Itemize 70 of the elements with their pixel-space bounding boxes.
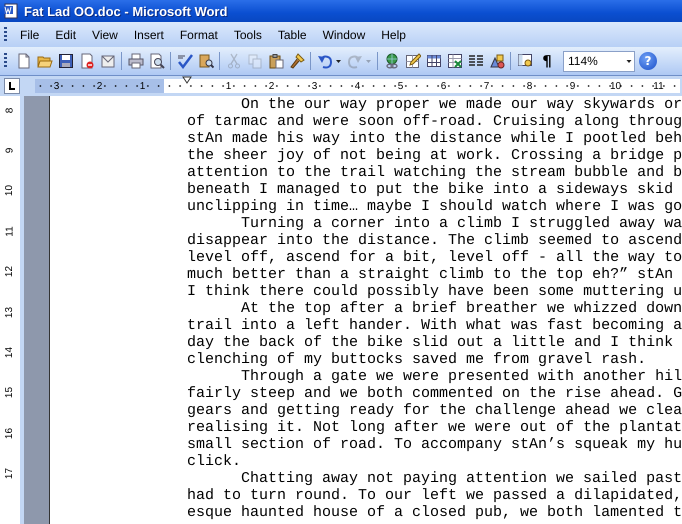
text-line: the sheer joy of not being at work. Crossing a bridge p bbox=[187, 147, 682, 164]
menu-item[interactable]: Insert bbox=[126, 26, 171, 44]
text-line: day the back of the bike slid out a little and I think bbox=[187, 334, 674, 351]
text-line: beneath I managed to put the bike into a sideways skid bbox=[187, 181, 674, 198]
undo-icon[interactable] bbox=[316, 53, 332, 69]
text-line: Chatting away not paying attention we sailed past bbox=[240, 470, 682, 487]
text-line: unclipping in time… maybe I should watch where I was go bbox=[187, 198, 682, 215]
print-preview-icon[interactable] bbox=[148, 53, 164, 69]
ruler-number: 12 bbox=[4, 266, 16, 278]
menu-item[interactable]: Table bbox=[270, 26, 314, 44]
text-line: level off, ascend for a bit, level off - all the way to bbox=[187, 249, 682, 266]
spreadsheet-icon[interactable] bbox=[446, 53, 462, 69]
shapes-icon[interactable] bbox=[488, 53, 504, 69]
menu-item[interactable]: File bbox=[13, 26, 46, 44]
show-hide-button[interactable]: ¶ bbox=[540, 52, 554, 70]
text-line: gears and getting ready for the challenge ahead we clea bbox=[187, 402, 682, 419]
ruler-number: 3 bbox=[35, 79, 78, 93]
document-icon bbox=[3, 3, 19, 19]
table-pencil-icon[interactable] bbox=[404, 53, 420, 69]
ruler-number: 9 bbox=[4, 148, 16, 154]
printer-icon[interactable] bbox=[128, 53, 144, 69]
columns-icon[interactable] bbox=[468, 53, 484, 69]
text-line: much better than a straight climb to the top eh?” stAn bbox=[187, 266, 674, 283]
ruler-number: 11 bbox=[4, 226, 16, 237]
save-icon[interactable] bbox=[58, 53, 74, 69]
text-line: had to turn round. To our left we passed a dilapidated, bbox=[187, 487, 682, 504]
text-line: disappear into the distance. The climb seemed to ascend bbox=[187, 232, 682, 249]
ruler-number: 10 bbox=[4, 185, 16, 197]
text-line: On the our way proper we made our way skywards or bbox=[240, 96, 682, 113]
ruler-number: 16 bbox=[4, 428, 16, 439]
text-line: Through a gate we were presented with another hil bbox=[240, 368, 682, 385]
ruler-number: 1 bbox=[121, 79, 164, 93]
menu-item[interactable]: Edit bbox=[48, 26, 84, 44]
text-line: of tarmac and were soon off-road. Cruising along throug bbox=[187, 113, 682, 130]
menu-item[interactable]: Window bbox=[316, 26, 372, 44]
text-line: trail into a left hander. With what was fast becoming a bbox=[187, 317, 682, 334]
text-line: fairly steep and we both commented on the rise ahead. G bbox=[187, 385, 682, 402]
ruler-number: 15 bbox=[4, 387, 16, 398]
zoom-field[interactable]: 114% bbox=[563, 50, 635, 72]
ruler-number: 2 bbox=[78, 79, 121, 93]
text-line: stAn made his way into the distance while I pootled beh bbox=[187, 130, 682, 147]
text-line: attention to the trail watching the stream bubble and b bbox=[187, 164, 682, 181]
text-line: Turning a corner into a climb I struggled away wa bbox=[240, 215, 682, 232]
envelope-icon[interactable] bbox=[100, 53, 116, 69]
clipboard-icon[interactable] bbox=[268, 53, 284, 69]
book-icon[interactable] bbox=[198, 53, 214, 69]
globe-link-icon[interactable] bbox=[384, 53, 400, 69]
spelling-check-icon[interactable] bbox=[176, 53, 192, 69]
document-map-icon[interactable] bbox=[516, 53, 532, 69]
ruler-number: 13 bbox=[4, 306, 16, 318]
window-title: Fat Lad OO.doc - Microsoft Word bbox=[24, 4, 228, 18]
ruler-number: 17 bbox=[4, 468, 16, 480]
ruler-number: 14 bbox=[4, 346, 16, 358]
text-line: realising it. Not long after we were out of the plantat bbox=[187, 419, 682, 436]
menu-item[interactable]: Format bbox=[172, 26, 225, 44]
ruler-number: 8 bbox=[4, 107, 16, 113]
tab-stop-selector[interactable] bbox=[4, 78, 20, 94]
text-line: I think there could possibly have been some muttering u bbox=[187, 283, 682, 300]
text-line: small section of road. To accompany stAn’s squeak my hu bbox=[187, 436, 682, 453]
menu-item[interactable]: View bbox=[85, 26, 125, 44]
text-line: clenching of my buttocks saved me from gravel rash. bbox=[187, 351, 648, 368]
new-document-icon[interactable] bbox=[16, 53, 32, 69]
menu-item[interactable]: Help bbox=[374, 26, 413, 44]
brush-icon[interactable] bbox=[288, 53, 304, 69]
permission-icon[interactable] bbox=[78, 53, 94, 69]
text-line: At the top after a brief breather we whizzed down bbox=[240, 300, 682, 317]
table-icon[interactable] bbox=[426, 53, 442, 69]
menu-item[interactable]: Tools bbox=[226, 26, 269, 44]
text-line: click. bbox=[187, 453, 242, 470]
text-line: esque haunted house of a closed pub, we both lamented t bbox=[187, 504, 682, 521]
